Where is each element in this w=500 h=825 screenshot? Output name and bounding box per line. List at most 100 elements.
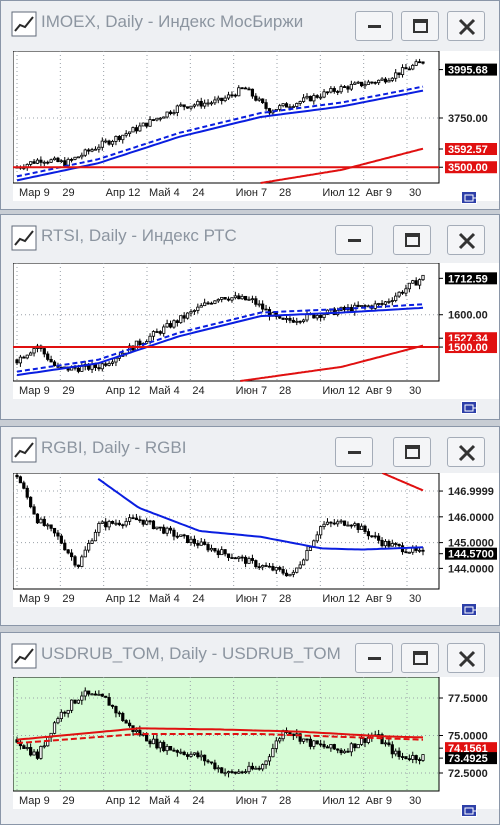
candle-body: [199, 305, 203, 308]
candle-body: [134, 127, 139, 132]
candle-body: [80, 154, 84, 158]
candle-body: [100, 693, 104, 697]
chart-window-imoex[interactable]: IMOEX, Daily - Индекс МосБиржи Мар 9 29 Ап…: [0, 0, 500, 210]
candle-body: [308, 546, 313, 551]
candle-body: [138, 340, 142, 345]
close-button[interactable]: [447, 11, 485, 41]
candle-body: [56, 157, 60, 163]
title-bar[interactable]: USDRUB_TOM, Daily - USDRUB_TOM: [1, 633, 499, 683]
candle-body: [353, 743, 357, 749]
chart-scroll-button[interactable]: [461, 603, 477, 616]
candle-body: [179, 315, 183, 324]
candle-body: [73, 699, 77, 704]
candle-body: [80, 365, 84, 372]
scroll-to-end-icon: [464, 606, 476, 614]
minimize-button[interactable]: [355, 643, 393, 673]
chart-window-rtsi[interactable]: RTSI, Daily - Индекс РТС Мар 9 29 Апр 12 Ма…: [0, 214, 500, 420]
title-bar[interactable]: RGBI, Daily - RGBI: [1, 427, 499, 477]
candle-body: [370, 81, 374, 84]
maximize-button[interactable]: [401, 643, 439, 673]
candle-body: [363, 305, 367, 307]
minimize-button[interactable]: [335, 225, 373, 255]
close-icon: [458, 18, 476, 36]
candle-body: [69, 158, 74, 161]
candle-body: [63, 160, 67, 167]
chart-window-rgbi[interactable]: RGBI, Daily - RGBI Мар 9 29 Апр 12 Май 4 24 И…: [0, 426, 500, 626]
candle-body: [69, 552, 74, 558]
candle-body: [397, 291, 401, 297]
chart-window-usdrub[interactable]: USDRUB_TOM, Daily - USDRUB_TOM Мар 9 29 Ап…: [0, 632, 500, 825]
candle-body: [332, 744, 336, 750]
date-tick-label: Авг 9: [366, 795, 392, 807]
candle-body: [278, 105, 282, 110]
candle-body: [83, 549, 87, 558]
maximize-button[interactable]: [401, 11, 439, 41]
candle-body: [104, 363, 108, 366]
candle-body: [203, 754, 207, 762]
close-button[interactable]: [447, 225, 485, 255]
candle-body: [247, 558, 251, 564]
candle-body: [42, 348, 46, 355]
candle-body: [35, 751, 40, 759]
price-label: 1712.59: [448, 273, 488, 285]
candle-body: [250, 765, 255, 770]
candle-body: [59, 160, 63, 163]
candle-body: [342, 86, 347, 88]
price-chart[interactable]: Мар 9 29 Апр 12 Май 4 24 Июн 7 28 Июл 12 Авг 9 30…: [13, 263, 499, 399]
minimize-button[interactable]: [335, 437, 373, 467]
candle-body: [97, 693, 101, 696]
candle-body: [322, 523, 326, 527]
chart-scroll-button[interactable]: [461, 804, 477, 817]
candle-body: [247, 765, 251, 773]
candle-body: [230, 771, 234, 773]
maximize-button[interactable]: [393, 225, 431, 255]
candle-body: [35, 513, 40, 524]
candle-body: [301, 559, 306, 566]
date-tick-label: Июн 7: [236, 593, 267, 605]
candle-body: [267, 565, 272, 568]
candle-body: [76, 564, 81, 567]
maximize-icon: [413, 19, 428, 33]
candle-body: [383, 78, 388, 83]
minimize-button[interactable]: [355, 11, 393, 41]
candle-body: [421, 61, 425, 64]
candle-body: [383, 742, 388, 745]
title-bar[interactable]: RTSI, Daily - Индекс РТС: [1, 215, 499, 265]
candle-body: [148, 520, 152, 523]
candle-body: [322, 743, 326, 748]
scroll-to-end-icon: [464, 404, 476, 412]
candle-body: [172, 320, 176, 328]
price-chart[interactable]: Мар 9 29 Апр 12 Май 4 24 Июн 7 28 Июл 12 Авг 9 30…: [13, 473, 499, 607]
candle-body: [145, 733, 149, 742]
candle-body: [274, 567, 278, 571]
date-tick-label: 24: [192, 593, 204, 605]
candle-body: [346, 524, 350, 527]
candle-body: [172, 529, 176, 537]
date-tick-label: 30: [409, 593, 421, 605]
price-chart[interactable]: Мар 9 29 Апр 12 Май 4 24 Июн 7 28 Июл 12 Авг 9 30…: [13, 677, 499, 809]
candle-body: [417, 759, 422, 762]
title-bar[interactable]: IMOEX, Daily - Индекс МосБиржи: [1, 1, 499, 51]
date-tick-label: 28: [279, 795, 291, 807]
close-button[interactable]: [447, 437, 485, 467]
candle-body: [114, 706, 118, 714]
candle-body: [199, 541, 203, 546]
candle-body: [158, 117, 162, 120]
date-tick-label: Авг 9: [366, 187, 392, 199]
candle-body: [254, 298, 258, 305]
candle-body: [336, 521, 340, 525]
candle-body: [100, 363, 104, 370]
close-button[interactable]: [447, 643, 485, 673]
chart-scroll-button[interactable]: [461, 191, 477, 204]
candle-body: [233, 295, 237, 299]
candle-body: [196, 543, 200, 546]
chart-scroll-button[interactable]: [461, 401, 477, 414]
candle-body: [254, 560, 258, 568]
candle-body: [90, 540, 94, 544]
candle-body: [278, 738, 282, 742]
price-chart[interactable]: Мар 9 29 Апр 12 Май 4 24 Июн 7 28 Июл 12 Авг 9 30…: [13, 51, 499, 201]
candle-body: [271, 748, 275, 758]
maximize-button[interactable]: [393, 437, 431, 467]
date-tick-label: Июн 7: [236, 795, 267, 807]
minimize-icon: [348, 239, 361, 242]
